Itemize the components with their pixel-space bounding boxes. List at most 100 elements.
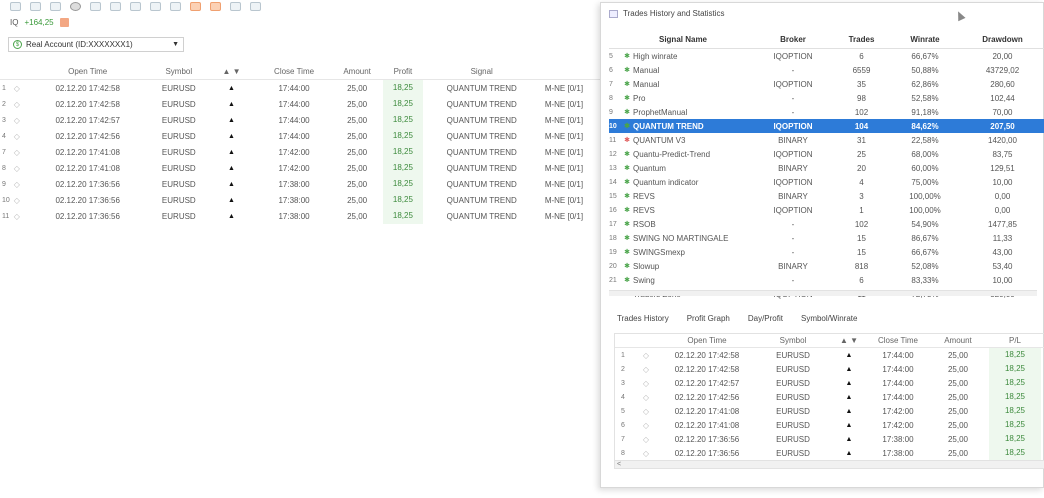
chevron-down-icon[interactable]: ▼ [172,41,179,48]
stats-row[interactable]: 12 ✱ Quantu-Predict-Trend IQOPTION 25 68,00% 8… [609,147,1044,161]
hist-header-amount[interactable]: Amount [927,336,989,345]
hist-header-sort-arrows[interactable]: ▲ ▼ [829,336,869,345]
history-row[interactable]: 8 ◇ 02.12.20 17:36:56 EURUSD ▲ 17:38:00 25,00 1… [615,446,1044,460]
signal-name: Quantum [633,163,666,173]
hist-header-symbol[interactable]: Symbol [757,336,829,345]
tab-symbol-winrate[interactable]: Symbol/Winrate [801,314,857,323]
grid-icon[interactable] [150,1,161,11]
header-signal[interactable]: Signal [423,67,541,76]
signal-name: SWINGSmexp [633,247,686,257]
trades-table-header: Open Time Symbol ▲ ▼ Close Time Amount P… [0,64,600,80]
table-row[interactable]: 11 ◇ 02.12.20 17:36:56 EURUSD ▲ 17:38:00 25,00… [0,208,600,224]
table-row[interactable]: 3 ◇ 02.12.20 17:42:57 EURUSD ▲ 17:44:00 25,00 1… [0,112,600,128]
stats-row[interactable]: 13 ✱ Quantum BINARY 20 60,00% 129,51 [609,161,1044,175]
hist-header-pl[interactable]: P/L [989,336,1041,345]
settings-icon[interactable] [70,1,81,11]
martingale-step: M-NE [0/1] [544,211,584,221]
tab-day-profit[interactable]: Day/Profit [748,314,783,323]
trades-count: 15 [857,247,866,257]
history-row[interactable]: 3 ◇ 02.12.20 17:42:57 EURUSD ▲ 17:44:00 25,00 1… [615,376,1044,390]
header-amount[interactable]: Amount [331,67,383,76]
hist-header-open-time[interactable]: Open Time [657,336,757,345]
signal-name: High winrate [633,51,678,61]
header-signal-name[interactable]: Signal Name [633,35,753,44]
link-icon[interactable] [110,1,121,11]
history-row[interactable]: 4 ◇ 02.12.20 17:42:56 EURUSD ▲ 17:44:00 25,00 1… [615,390,1044,404]
header-drawdown[interactable]: Drawdown [960,35,1044,44]
stats-row[interactable]: 11 ✱ QUANTUM V3 BINARY 31 22,58% 1420,00 [609,133,1044,147]
stats-row[interactable]: 20 ✱ Slowup BINARY 818 52,08% 53,40 [609,259,1044,273]
profit: 18,25 [383,80,423,96]
refresh-icon[interactable] [250,1,261,11]
tab-profit-graph[interactable]: Profit Graph [687,314,730,323]
chart-icon[interactable] [10,1,21,11]
martingale-step: M-NE [0/1] [544,131,584,141]
header-open-time[interactable]: Open Time [24,67,152,76]
amount: 25,00 [347,131,368,141]
table-row[interactable]: 9 ◇ 02.12.20 17:36:56 EURUSD ▲ 17:38:00 25,00 1… [0,176,600,192]
table-row[interactable]: 7 ◇ 02.12.20 17:41:08 EURUSD ▲ 17:42:00 25,00 1… [0,144,600,160]
folder-icon[interactable] [50,1,61,11]
winrate: 62,86% [911,79,939,89]
scroll-left-icon[interactable]: < [617,461,621,468]
image-icon[interactable] [210,1,221,11]
history-row[interactable]: 2 ◇ 02.12.20 17:42:58 EURUSD ▲ 17:44:00 25,00 1… [615,362,1044,376]
header-trades[interactable]: Trades [833,35,890,44]
header-sort-arrows[interactable]: ▲ ▼ [206,67,257,76]
signal-name: REVS [633,191,655,201]
header-profit[interactable]: Profit [383,67,422,76]
window-icon[interactable] [230,1,241,11]
stats-row[interactable]: 21 ✱ Swing - 6 83,33% 10,00 [609,273,1044,287]
calendar-icon[interactable] [130,1,141,11]
amount: 25,00 [947,448,969,458]
open-time: 02.12.20 17:42:58 [55,83,120,93]
tab-trades-history[interactable]: Trades History [617,314,669,323]
history-row[interactable]: 6 ◇ 02.12.20 17:41:08 EURUSD ▲ 17:42:00 25,00 1… [615,418,1044,432]
arrow-icon[interactable] [190,1,201,11]
stats-horizontal-scrollbar[interactable] [609,290,1037,296]
stats-row[interactable]: 19 ✱ SWINGSmexp - 15 66,67% 43,00 [609,245,1044,259]
stats-row[interactable]: 16 ✱ REVS IQOPTION 1 100,00% 0,00 [609,203,1044,217]
direction-up-icon: ▲ [845,365,853,373]
broker: IQOPTION [773,51,813,61]
table-row[interactable]: 2 ◇ 02.12.20 17:42:58 EURUSD ▲ 17:44:00 25,00 1… [0,96,600,112]
stats-row[interactable]: 5 ✱ High winrate IQOPTION 6 66,67% 20,00 [609,49,1044,63]
tools-icon[interactable] [30,1,41,11]
balance-close-button[interactable] [59,18,69,27]
header-close-time[interactable]: Close Time [257,67,331,76]
stats-row[interactable]: 14 ✱ Quantum indicator IQOPTION 4 75,00% 10,00 [609,175,1044,189]
table-row[interactable]: 4 ◇ 02.12.20 17:42:56 EURUSD ▲ 17:44:00 25,00 1… [0,128,600,144]
table-row[interactable]: 8 ◇ 02.12.20 17:41:08 EURUSD ▲ 17:42:00 25,00 1… [0,160,600,176]
direction-up-icon: ▲ [228,100,235,108]
stats-row[interactable]: 10 ✱ QUANTUM TREND IQOPTION 104 84,62% 207,50 [609,119,1044,133]
drawdown: 1420,00 [988,135,1017,145]
mobile-icon[interactable] [90,1,101,11]
account-select[interactable]: $ Real Account (ID:XXXXXXX1) ▼ [8,37,184,52]
table-row[interactable]: 1 ◇ 02.12.20 17:42:58 EURUSD ▲ 17:44:00 25,00 1… [0,80,600,96]
history-horizontal-scrollbar[interactable]: < [615,460,1044,468]
drawdown: 0,00 [994,205,1011,215]
stats-row[interactable]: 7 ✱ Manual IQOPTION 35 62,86% 280,60 [609,77,1044,91]
stats-row[interactable]: 9 ✱ ProphetManual - 102 91,18% 70,00 [609,105,1044,119]
amount: 25,00 [947,378,969,388]
stats-row[interactable]: 6 ✱ Manual - 6559 50,88% 43729,02 [609,63,1044,77]
network-icon[interactable] [170,1,181,11]
signal-name: Pro [633,93,646,103]
header-winrate[interactable]: Winrate [890,35,960,44]
history-row[interactable]: 1 ◇ 02.12.20 17:42:58 EURUSD ▲ 17:44:00 25,00 1… [615,348,1044,362]
stats-row[interactable]: 8 ✱ Pro - 98 52,58% 102,44 [609,91,1044,105]
header-symbol[interactable]: Symbol [152,67,206,76]
hist-header-close-time[interactable]: Close Time [869,336,927,345]
row-number: 3 [621,379,625,387]
stats-row[interactable]: 15 ✱ REVS BINARY 3 100,00% 0,00 [609,189,1044,203]
stats-row[interactable]: 18 ✱ SWING NO MARTINGALE - 15 86,67% 11,33 [609,231,1044,245]
history-row[interactable]: 7 ◇ 02.12.20 17:36:56 EURUSD ▲ 17:38:00 25,00 1… [615,432,1044,446]
direction-up-icon: ▲ [845,449,853,457]
header-broker[interactable]: Broker [753,35,833,44]
table-row[interactable]: 10 ◇ 02.12.20 17:36:56 EURUSD ▲ 17:38:00 25,00… [0,192,600,208]
signal-name: Slowup [633,261,660,271]
winrate: 52,08% [911,261,939,271]
history-row[interactable]: 5 ◇ 02.12.20 17:41:08 EURUSD ▲ 17:42:00 25,00 1… [615,404,1044,418]
stats-row[interactable]: 17 ✱ RSOB - 102 54,90% 1477,85 [609,217,1044,231]
row-number: 8 [2,164,6,172]
